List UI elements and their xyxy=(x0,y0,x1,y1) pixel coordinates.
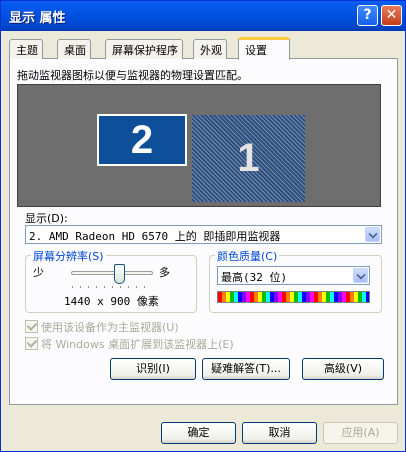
display-properties-window: 显示 属性 ? ✕ 主题 桌面 屏幕保护程序 外观 设置 拖动监视器图标以便与监… xyxy=(0,0,406,452)
tab-themes[interactable]: 主题 xyxy=(9,39,43,59)
resolution-group-label: 屏幕分辨率(S) xyxy=(31,248,106,264)
instruction-text: 拖动监视器图标以便与监视器的物理设置匹配。 xyxy=(17,69,248,82)
extend-desktop-checkbox[interactable] xyxy=(25,337,38,350)
cancel-button[interactable]: 取消 xyxy=(242,422,317,444)
tab-settings[interactable]: 设置 xyxy=(238,37,290,60)
color-spectrum-bar xyxy=(217,291,370,303)
tab-screensaver[interactable]: 屏幕保护程序 xyxy=(105,39,183,59)
resolution-more-label: 多 xyxy=(159,266,170,279)
monitor-2-icon[interactable]: 2 xyxy=(97,114,187,166)
troubleshoot-button[interactable]: 疑难解答(T)... xyxy=(202,358,290,380)
identify-button[interactable]: 识别(I) xyxy=(110,358,196,380)
title-bar[interactable]: 显示 属性 ? ✕ xyxy=(1,1,405,31)
display-label: 显示(D): xyxy=(25,212,68,225)
close-button[interactable]: ✕ xyxy=(381,5,402,26)
resolution-slider-track[interactable] xyxy=(71,271,153,275)
advanced-button[interactable]: 高级(V) xyxy=(302,358,384,380)
color-quality-group-label: 颜色质量(C) xyxy=(215,248,280,264)
tab-desktop[interactable]: 桌面 xyxy=(57,39,91,59)
primary-monitor-checkbox[interactable] xyxy=(25,320,38,333)
extend-desktop-label: 将 Windows 桌面扩展到该监视器上(E) xyxy=(41,338,234,351)
resolution-slider-ticks xyxy=(72,286,152,288)
display-select[interactable]: 2. AMD Radeon HD 6570 上的 即插即用监视器 xyxy=(25,225,382,244)
resolution-less-label: 少 xyxy=(33,266,44,279)
chevron-down-icon[interactable] xyxy=(365,227,380,242)
color-quality-select[interactable]: 最高(32 位) xyxy=(217,266,370,285)
ok-button[interactable]: 确定 xyxy=(161,422,236,444)
color-quality-value: 最高(32 位) xyxy=(221,271,288,284)
display-select-value: 2. AMD Radeon HD 6570 上的 即插即用监视器 xyxy=(29,230,281,243)
help-button[interactable]: ? xyxy=(357,5,378,26)
resolution-value: 1440 x 900 像素 xyxy=(64,295,159,308)
chevron-down-icon[interactable] xyxy=(353,268,368,283)
window-title: 显示 属性 xyxy=(9,11,66,26)
apply-button[interactable]: 应用(A) xyxy=(323,422,398,444)
tab-appearance[interactable]: 外观 xyxy=(193,39,227,59)
monitor-1-icon[interactable]: 1 xyxy=(192,115,305,202)
resolution-slider-thumb[interactable] xyxy=(114,264,125,284)
primary-monitor-label: 使用该设备作为主监视器(U) xyxy=(41,321,179,334)
